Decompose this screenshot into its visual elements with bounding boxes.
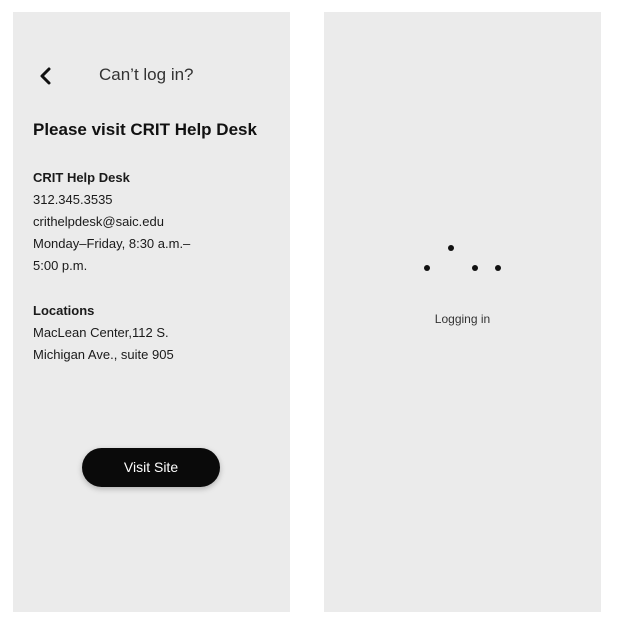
loading-dot — [448, 245, 454, 251]
address-line-2: Michigan Ave., suite 905 — [33, 347, 174, 362]
visit-site-button[interactable]: Visit Site — [82, 448, 220, 487]
page-title: Can’t log in? — [99, 65, 194, 84]
email-address[interactable]: crithelpdesk@saic.edu — [33, 211, 273, 233]
loading-screen: Logging in — [324, 12, 601, 612]
loading-dot — [424, 265, 430, 271]
loading-status-text: Logging in — [434, 312, 491, 326]
chevron-left-icon[interactable] — [37, 66, 55, 86]
help-heading: Please visit CRIT Help Desk — [33, 120, 257, 139]
help-desk-info: CRIT Help Desk 312.345.3535 crithelpdesk… — [33, 167, 273, 277]
hours-line-1: Monday–Friday, 8:30 a.m.– — [33, 236, 191, 251]
locations-info: Locations MacLean Center,112 S. Michigan… — [33, 300, 273, 366]
phone-number[interactable]: 312.345.3535 — [33, 189, 273, 211]
help-desk-title: CRIT Help Desk — [33, 170, 130, 185]
loading-dot — [495, 265, 501, 271]
header-bar: Can’t log in? — [33, 64, 280, 88]
loading-dot — [472, 265, 478, 271]
locations-title: Locations — [33, 303, 95, 318]
hours-line-2: 5:00 p.m. — [33, 258, 88, 273]
address-line-1: MacLean Center,112 S. — [33, 325, 169, 340]
help-desk-screen: Can’t log in? Please visit CRIT Help Des… — [13, 12, 290, 612]
loading-dots-icon — [324, 12, 601, 312]
